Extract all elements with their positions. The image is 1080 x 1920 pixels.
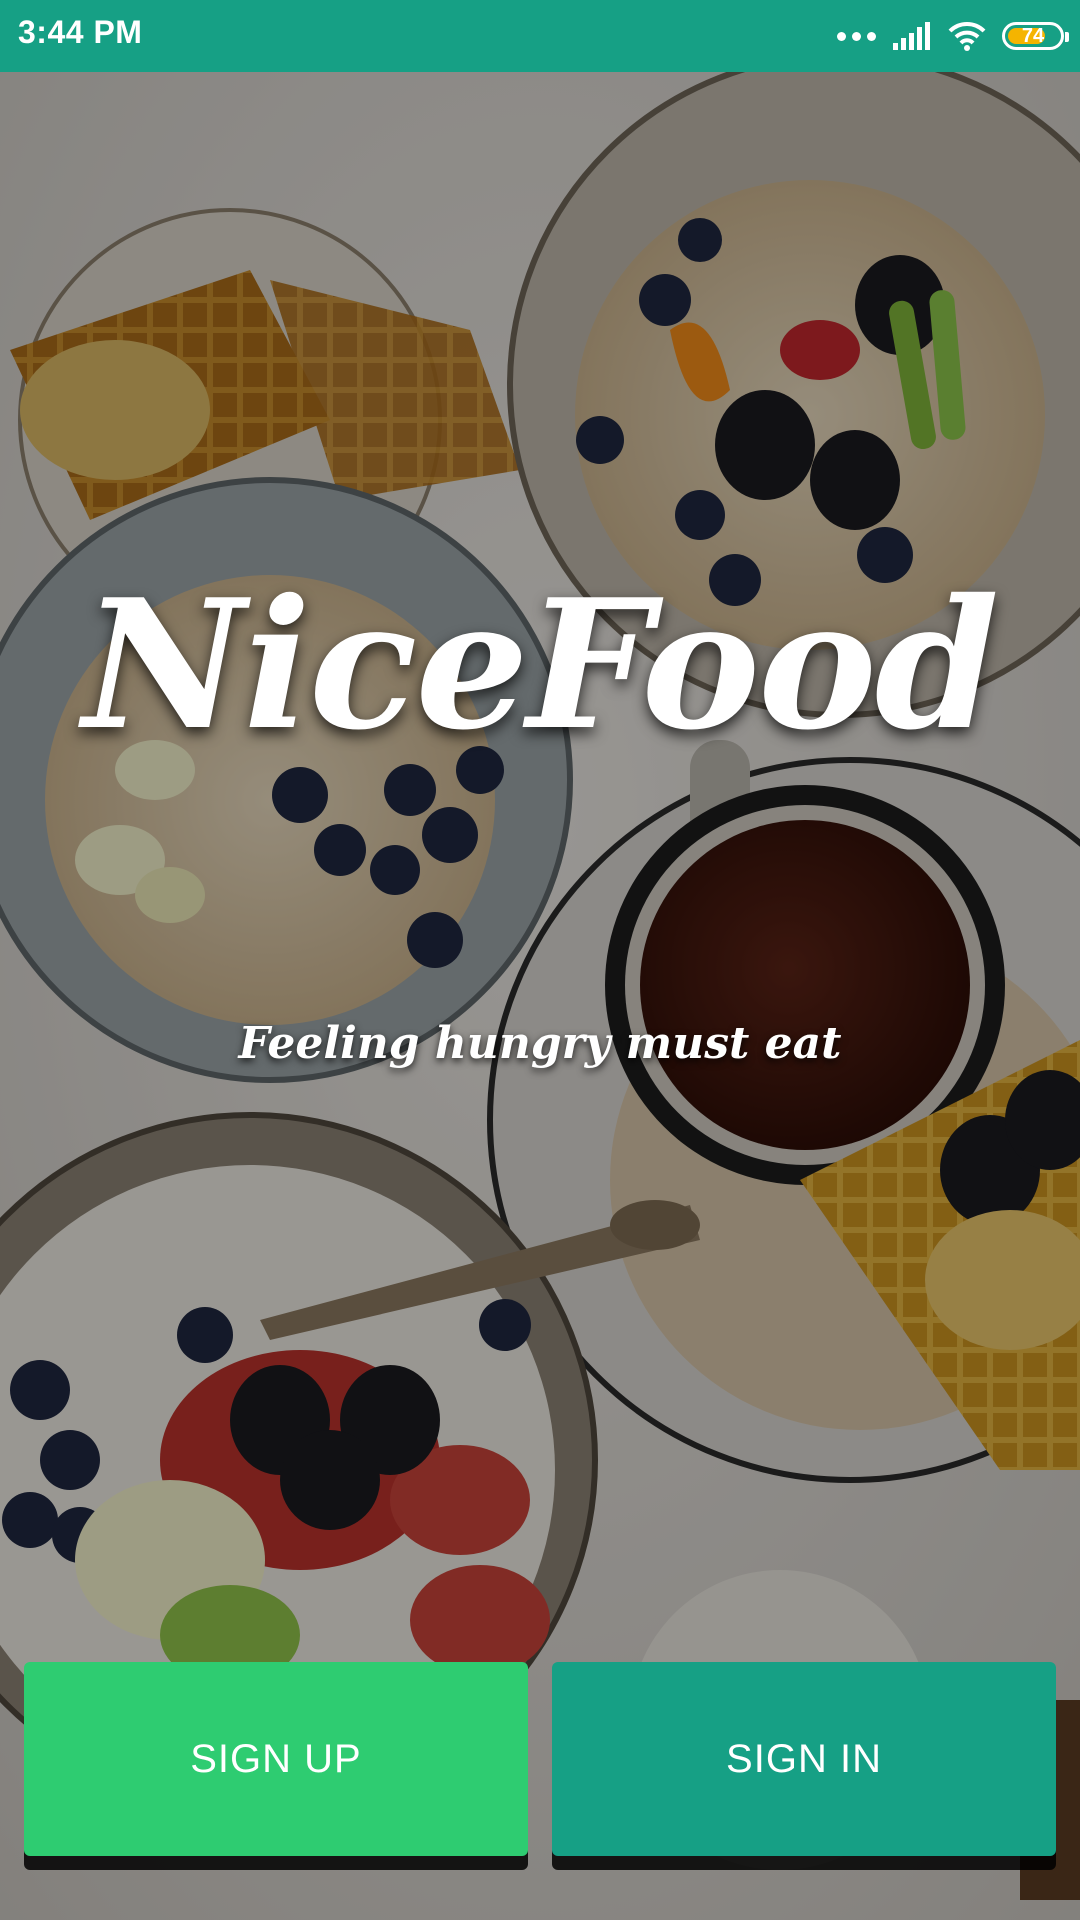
- tagline: Feeling hungry must eat: [238, 1018, 842, 1069]
- status-bar: 3:44 PM 74: [0, 0, 1080, 72]
- sign-in-button[interactable]: SIGN IN: [552, 1662, 1056, 1856]
- app-title-logo: NiceFood: [82, 560, 1000, 769]
- status-icons: 74: [837, 14, 1069, 58]
- dark-overlay: [0, 72, 1080, 1920]
- sign-up-button[interactable]: SIGN UP: [24, 1662, 528, 1856]
- status-time: 3:44 PM: [18, 14, 143, 50]
- battery-icon: 74: [1002, 22, 1069, 50]
- battery-level: 74: [1021, 25, 1045, 47]
- signal-icon: [893, 22, 930, 50]
- welcome-screen: 3:44 PM 74 NiceFood Feeling hungry must …: [0, 0, 1080, 1920]
- wifi-icon: [948, 21, 986, 51]
- more-dots-icon: [837, 31, 876, 41]
